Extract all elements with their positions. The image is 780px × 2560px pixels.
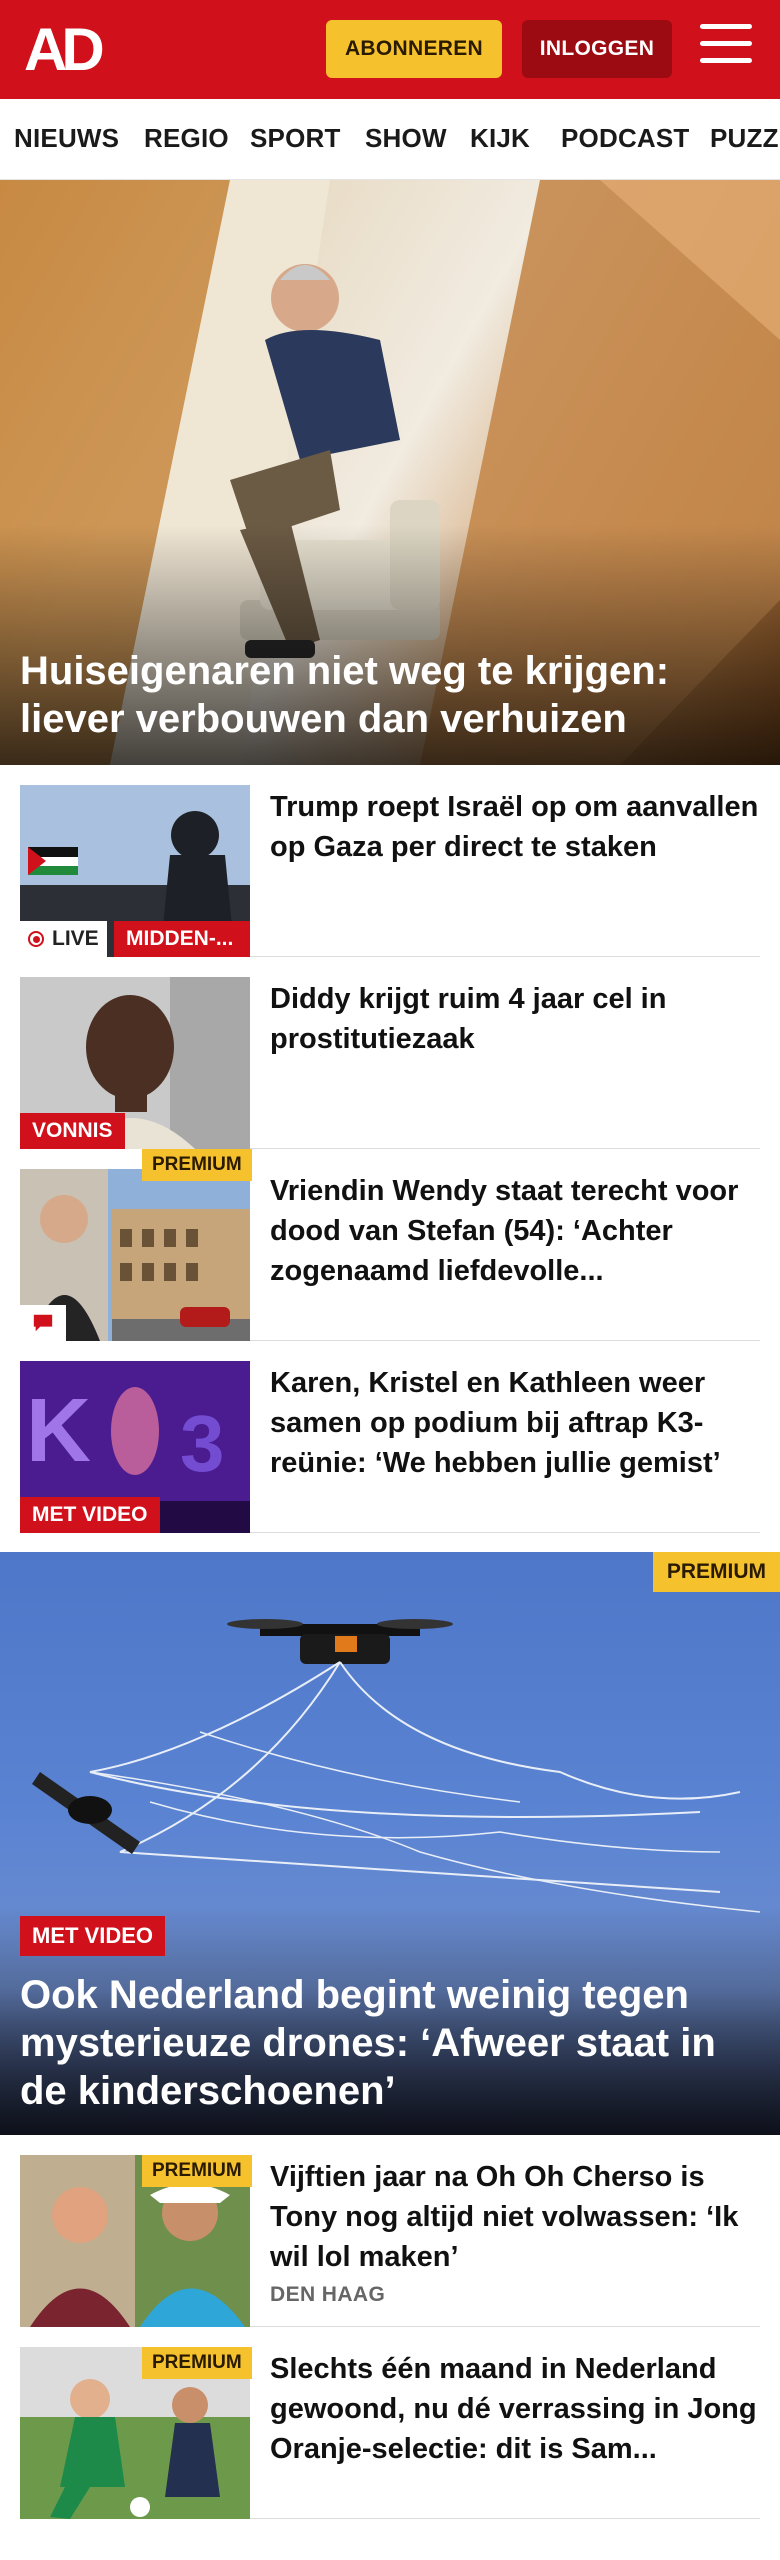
article-list: LIVE MIDDEN-... Trump roept Israël op om… bbox=[20, 765, 760, 1533]
premium-badge: PREMIUM bbox=[142, 2347, 252, 2379]
premium-badge: PREMIUM bbox=[142, 2155, 252, 2187]
hamburger-menu-icon[interactable] bbox=[700, 24, 752, 70]
article-location: DEN HAAG bbox=[270, 2283, 386, 2306]
section-nav: NIEUWS REGIO SPORT SHOW KIJK PODCAST PUZ… bbox=[0, 99, 780, 180]
login-button[interactable]: INLOGGEN bbox=[522, 20, 672, 78]
live-badge: LIVE bbox=[20, 921, 107, 957]
list-item[interactable]: PREMIUM Vijftien jaar na Oh Oh Cherso is… bbox=[20, 2135, 760, 2327]
premium-badge: PREMIUM bbox=[652, 1552, 780, 1592]
nav-item-nieuws[interactable]: NIEUWS bbox=[14, 123, 119, 154]
nav-item-puzzel[interactable]: PUZZ bbox=[710, 123, 779, 154]
hero-article[interactable]: Huiseigenaren niet weg te krijgen: lieve… bbox=[0, 180, 780, 765]
nav-item-kijk[interactable]: KIJK bbox=[470, 123, 530, 154]
article-title[interactable]: Karen, Kristel en Kathleen weer samen op… bbox=[270, 1363, 760, 1483]
svg-text:3: 3 bbox=[180, 1399, 225, 1488]
nav-item-sport[interactable]: SPORT bbox=[250, 123, 341, 154]
article-title[interactable]: Vriendin Wendy staat terecht voor dood v… bbox=[270, 1171, 760, 1291]
article-title[interactable]: Diddy krijgt ruim 4 jaar cel in prostitu… bbox=[270, 979, 760, 1059]
video-badge: MET VIDEO bbox=[20, 1497, 160, 1533]
list-item[interactable]: VONNIS Diddy krijgt ruim 4 jaar cel in p… bbox=[20, 957, 760, 1149]
nav-item-podcast[interactable]: PODCAST bbox=[561, 123, 690, 154]
nav-item-regio[interactable]: REGIO bbox=[144, 123, 229, 154]
live-label: LIVE bbox=[52, 927, 99, 950]
comment-icon bbox=[20, 1305, 66, 1341]
hero-title[interactable]: Huiseigenaren niet weg te krijgen: lieve… bbox=[20, 647, 756, 743]
nav-item-show[interactable]: SHOW bbox=[365, 123, 447, 154]
list-item[interactable]: PREMIUM Vriendin Wendy staat terecht voo… bbox=[20, 1149, 760, 1341]
list-item[interactable]: PREMIUM Slechts één maand in Nederland g… bbox=[20, 2327, 760, 2519]
top-header-bar: AD ABONNEREN INLOGGEN bbox=[0, 0, 780, 99]
article-title[interactable]: Trump roept Israël op om aanvallen op Ga… bbox=[270, 787, 760, 867]
list-item[interactable]: LIVE MIDDEN-... Trump roept Israël op om… bbox=[20, 765, 760, 957]
category-badge: MIDDEN-... bbox=[114, 921, 250, 957]
feature-title[interactable]: Ook Nederland begint weinig tegen myster… bbox=[20, 1971, 756, 2115]
list-item[interactable]: K 3 MET VIDEO Karen, Kristel en Kathleen… bbox=[20, 1341, 760, 1533]
article-list-2: PREMIUM Vijftien jaar na Oh Oh Cherso is… bbox=[20, 2135, 760, 2535]
svg-text:K: K bbox=[26, 1381, 91, 1481]
premium-badge: PREMIUM bbox=[142, 1149, 252, 1181]
article-title[interactable]: Vijftien jaar na Oh Oh Cherso is Tony no… bbox=[270, 2157, 760, 2277]
feature-article[interactable]: PREMIUM MET VIDEO Ook Nederland begint w… bbox=[0, 1552, 780, 2135]
article-title[interactable]: Slechts één maand in Nederland gewoond, … bbox=[270, 2349, 760, 2469]
video-badge: MET VIDEO bbox=[20, 1916, 166, 1956]
ad-logo[interactable]: AD bbox=[24, 20, 120, 80]
category-badge: VONNIS bbox=[20, 1113, 125, 1149]
live-dot-icon bbox=[28, 931, 44, 947]
subscribe-button[interactable]: ABONNEREN bbox=[326, 20, 502, 78]
